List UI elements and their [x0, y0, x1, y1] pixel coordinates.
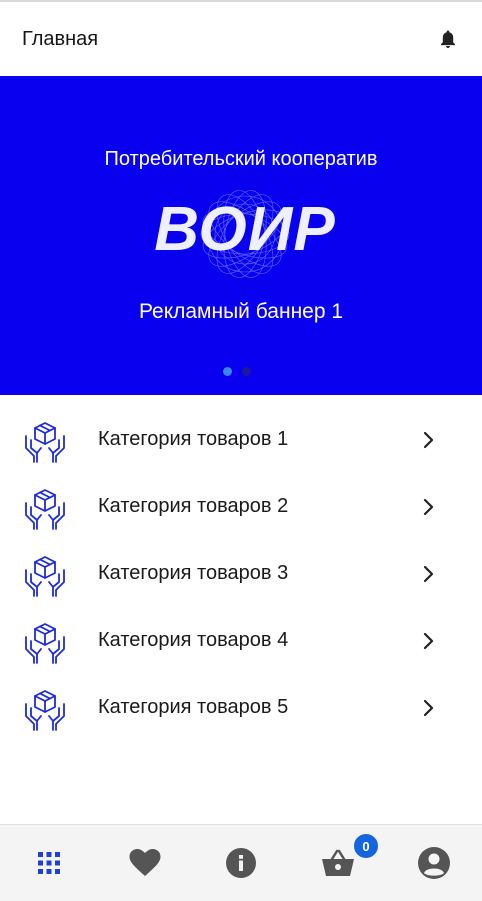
carousel-indicator	[223, 367, 251, 376]
box-in-hands-icon	[22, 686, 68, 732]
category-label: Категория товаров 5	[98, 696, 289, 718]
category-item[interactable]: Категория товаров 5	[0, 674, 482, 741]
page-title: Главная	[22, 27, 99, 50]
heart-icon	[129, 849, 161, 876]
nav-info-button[interactable]	[223, 845, 259, 881]
category-label: Категория товаров 4	[98, 629, 289, 651]
cart-count-badge: 0	[352, 832, 380, 860]
box-in-hands-icon	[22, 619, 68, 665]
basket-icon	[322, 849, 354, 876]
chevron-right-icon	[421, 698, 437, 718]
nav-catalog-button[interactable]	[31, 845, 67, 881]
category-label: Категория товаров 2	[98, 495, 289, 517]
promo-banner[interactable]: Потребительский кооператив ВОИР Рекламны…	[0, 76, 482, 395]
cooperative-logo: ВОИР	[150, 184, 340, 284]
grid-icon	[38, 852, 60, 874]
category-item[interactable]: Категория товаров 1	[0, 406, 482, 473]
nav-cart-button[interactable]	[320, 845, 356, 881]
account-icon	[418, 847, 450, 879]
category-item[interactable]: Категория товаров 4	[0, 607, 482, 674]
bell-icon[interactable]	[436, 27, 460, 51]
category-list: Категория товаров 1 Категория товаров 2	[0, 406, 482, 741]
app-bar: Главная	[0, 2, 482, 76]
chevron-right-icon	[421, 430, 437, 450]
box-in-hands-icon	[22, 485, 68, 531]
info-icon	[226, 848, 256, 878]
logo-text: ВОИР	[154, 195, 336, 264]
nav-favorites-button[interactable]	[127, 845, 163, 881]
banner-subtitle: Потребительский кооператив	[104, 148, 378, 170]
nav-profile-button[interactable]	[416, 845, 452, 881]
category-item[interactable]: Категория товаров 2	[0, 473, 482, 540]
category-label: Категория товаров 1	[98, 428, 289, 450]
category-label: Категория товаров 3	[98, 562, 289, 584]
carousel-dot[interactable]	[242, 367, 251, 376]
banner-title: Рекламный баннер 1	[138, 300, 344, 323]
chevron-right-icon	[421, 497, 437, 517]
category-item[interactable]: Категория товаров 3	[0, 540, 482, 607]
chevron-right-icon	[421, 631, 437, 651]
carousel-dot-active[interactable]	[223, 367, 232, 376]
box-in-hands-icon	[22, 552, 68, 598]
box-in-hands-icon	[22, 418, 68, 464]
bottom-navigation: 0	[0, 824, 482, 901]
chevron-right-icon	[421, 564, 437, 584]
